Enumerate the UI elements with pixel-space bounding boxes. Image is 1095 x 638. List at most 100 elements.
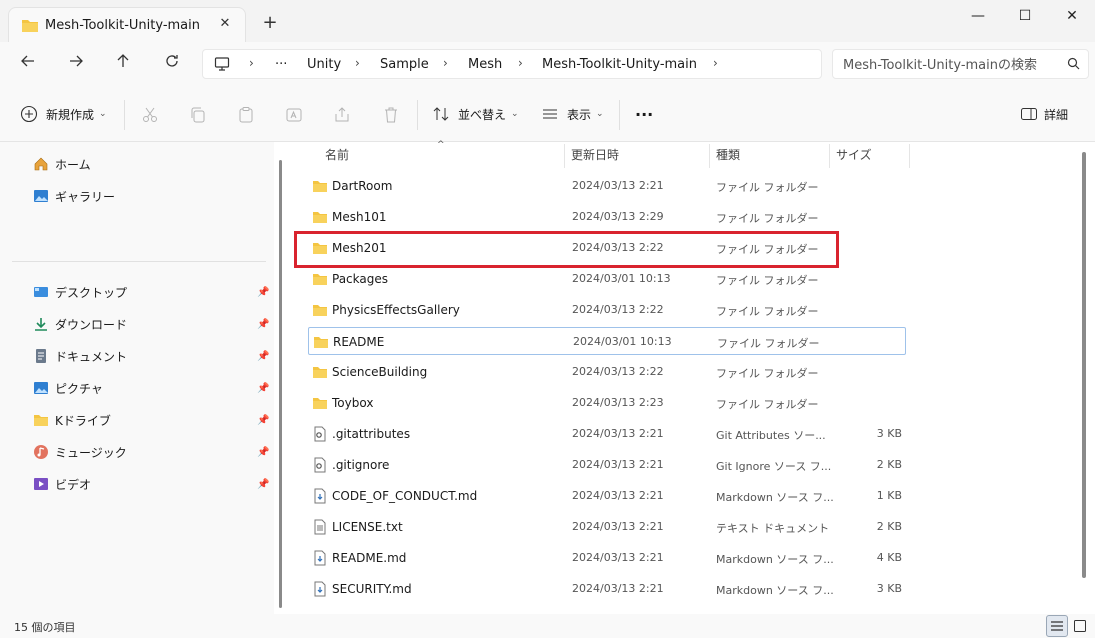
new-tab-button[interactable]: + xyxy=(258,12,282,36)
maximize-button[interactable]: ☐ xyxy=(1002,0,1048,32)
sort-button[interactable]: 並べ替え ⌄ xyxy=(432,102,519,126)
table-row[interactable]: DartRoom 2024/03/13 2:21 ファイル フォルダー xyxy=(308,172,906,200)
pin-icon[interactable]: 📌 xyxy=(257,479,269,490)
column-header-name[interactable]: 名前 xyxy=(325,142,349,168)
pin-icon[interactable]: 📌 xyxy=(257,447,269,458)
table-row[interactable]: ScienceBuilding 2024/03/13 2:22 ファイル フォルダー xyxy=(308,358,906,386)
cut-button[interactable] xyxy=(139,104,161,126)
breadcrumb-mesh[interactable]: Mesh xyxy=(468,57,502,72)
column-header-date[interactable]: 更新日時 xyxy=(571,142,619,168)
sidebar-item-label: Kドライブ xyxy=(55,413,111,428)
sort-label: 並べ替え xyxy=(458,107,507,122)
sidebar-item-label: ピクチャ xyxy=(55,381,103,396)
file-date: 2024/03/13 2:21 xyxy=(572,582,664,595)
address-bar[interactable]: › ··· Unity › Sample › Mesh › Mesh-Toolk… xyxy=(202,49,822,79)
breadcrumb-separator[interactable]: › xyxy=(249,56,254,70)
breadcrumb-separator[interactable]: › xyxy=(355,56,360,70)
file-date: 2024/03/13 2:21 xyxy=(572,179,664,192)
new-button[interactable]: 新規作成 ⌄ xyxy=(20,102,107,126)
sidebar-item-desktop[interactable]: デスクトップ xyxy=(33,280,127,304)
sidebar-item-home[interactable]: ホーム xyxy=(33,152,91,176)
close-window-button[interactable]: ✕ xyxy=(1049,0,1095,32)
file-name: ScienceBuilding xyxy=(332,365,428,379)
table-row[interactable]: README.md 2024/03/13 2:21 Markdown ソース フ..… xyxy=(308,544,906,572)
breadcrumb-separator[interactable]: › xyxy=(713,56,718,70)
table-row[interactable]: .gitattributes 2024/03/13 2:21 Git Attribu… xyxy=(308,420,906,448)
refresh-button[interactable] xyxy=(157,50,187,78)
pin-icon[interactable]: 📌 xyxy=(257,415,269,426)
table-row[interactable]: Packages 2024/03/01 10:13 ファイル フォルダー xyxy=(308,265,906,293)
breadcrumb-sample[interactable]: Sample xyxy=(380,57,429,72)
minimize-button[interactable]: — xyxy=(955,0,1001,32)
sidebar-item-label: ドキュメント xyxy=(55,349,128,364)
share-button[interactable] xyxy=(331,104,353,126)
sidebar-scrollbar[interactable] xyxy=(274,142,288,614)
paste-button[interactable] xyxy=(235,104,257,126)
breadcrumb-overflow[interactable]: ··· xyxy=(275,57,287,72)
sidebar-item-documents[interactable]: ドキュメント xyxy=(33,344,127,368)
file-name: PhysicsEffectsGallery xyxy=(332,303,460,317)
more-options-button[interactable]: ··· xyxy=(635,102,653,126)
table-row[interactable]: Mesh101 2024/03/13 2:29 ファイル フォルダー xyxy=(308,203,906,231)
table-row[interactable]: README 2024/03/01 10:13 ファイル フォルダー xyxy=(308,327,906,355)
table-row[interactable]: LICENSE.txt 2024/03/13 2:21 テキスト ドキュメント 2 K… xyxy=(308,513,906,541)
file-name: LICENSE.txt xyxy=(332,520,403,534)
search-box[interactable] xyxy=(832,49,1089,79)
table-row[interactable]: SECURITY.md 2024/03/13 2:21 Markdown ソース フ… xyxy=(308,575,906,603)
column-separator[interactable] xyxy=(564,144,565,168)
command-bar: 新規作成 ⌄ 並べ替え ⌄ 表示 ⌄ ··· 詳細 xyxy=(0,86,1095,142)
copy-button[interactable] xyxy=(187,104,209,126)
column-header-type[interactable]: 種類 xyxy=(716,142,740,168)
sidebar-item-downloads[interactable]: ダウンロード xyxy=(33,312,127,336)
video-icon xyxy=(33,476,49,492)
breadcrumb-separator[interactable]: › xyxy=(443,56,448,70)
pin-icon[interactable]: 📌 xyxy=(257,287,269,298)
view-button[interactable]: 表示 ⌄ xyxy=(541,102,604,126)
table-row[interactable]: .gitignore 2024/03/13 2:21 Git Ignore ソース … xyxy=(308,451,906,479)
column-separator[interactable] xyxy=(829,144,830,168)
search-input[interactable] xyxy=(843,56,1058,74)
table-row[interactable]: Mesh201 2024/03/13 2:22 ファイル フォルダー xyxy=(308,234,906,262)
share-icon xyxy=(335,107,349,122)
sidebar-item-pictures[interactable]: ピクチャ xyxy=(33,376,103,400)
file-type: ファイル フォルダー xyxy=(716,274,819,287)
tab-close-icon[interactable]: ✕ xyxy=(215,14,235,34)
table-row[interactable]: CODE_OF_CONDUCT.md 2024/03/13 2:21 Markdow… xyxy=(308,482,906,510)
table-row[interactable]: PhysicsEffectsGallery 2024/03/13 2:22 ファイル… xyxy=(308,296,906,324)
tiles-view-button[interactable] xyxy=(1069,615,1091,637)
column-header-size[interactable]: サイズ xyxy=(836,142,872,168)
pin-icon[interactable]: 📌 xyxy=(257,383,269,394)
config-file-icon xyxy=(312,457,328,473)
rename-button[interactable] xyxy=(283,104,305,126)
sidebar-item-k-drive[interactable]: Kドライブ xyxy=(33,408,111,432)
delete-button[interactable] xyxy=(380,104,402,126)
forward-button[interactable] xyxy=(61,50,91,78)
breadcrumb-unity[interactable]: Unity xyxy=(307,57,341,72)
pin-icon[interactable]: 📌 xyxy=(257,351,269,362)
plus-circle-icon xyxy=(20,105,38,123)
tab-mesh-toolkit[interactable]: Mesh-Toolkit-Unity-main ✕ xyxy=(8,7,246,42)
breadcrumb-separator[interactable]: › xyxy=(518,56,523,70)
toolbar-divider xyxy=(619,100,620,130)
up-button[interactable] xyxy=(108,50,138,78)
table-row[interactable]: Toybox 2024/03/13 2:23 ファイル フォルダー xyxy=(308,389,906,417)
sidebar-item-videos[interactable]: ビデオ xyxy=(33,472,91,496)
pin-icon[interactable]: 📌 xyxy=(257,319,269,330)
sidebar-item-music[interactable]: ミュージック xyxy=(33,440,127,464)
back-button[interactable] xyxy=(13,50,43,78)
chevron-down-icon: ⌄ xyxy=(596,109,604,119)
details-view-button[interactable] xyxy=(1046,615,1068,637)
file-list-scrollbar[interactable] xyxy=(1082,152,1086,578)
file-name: Packages xyxy=(332,272,388,286)
column-separator[interactable] xyxy=(709,144,710,168)
breadcrumb-current[interactable]: Mesh-Toolkit-Unity-main xyxy=(542,57,697,72)
search-icon xyxy=(1066,56,1082,75)
sidebar-item-label: ビデオ xyxy=(55,477,92,492)
navigation-bar: › ··· Unity › Sample › Mesh › Mesh-Toolk… xyxy=(0,42,1095,86)
details-pane-button[interactable]: 詳細 xyxy=(1020,102,1068,126)
column-separator[interactable] xyxy=(909,144,910,168)
new-label: 新規作成 xyxy=(46,107,95,122)
sidebar-item-gallery[interactable]: ギャラリー xyxy=(33,184,115,208)
sidebar-scrollbar-thumb[interactable] xyxy=(279,160,282,608)
chevron-down-icon: ⌄ xyxy=(511,109,519,119)
